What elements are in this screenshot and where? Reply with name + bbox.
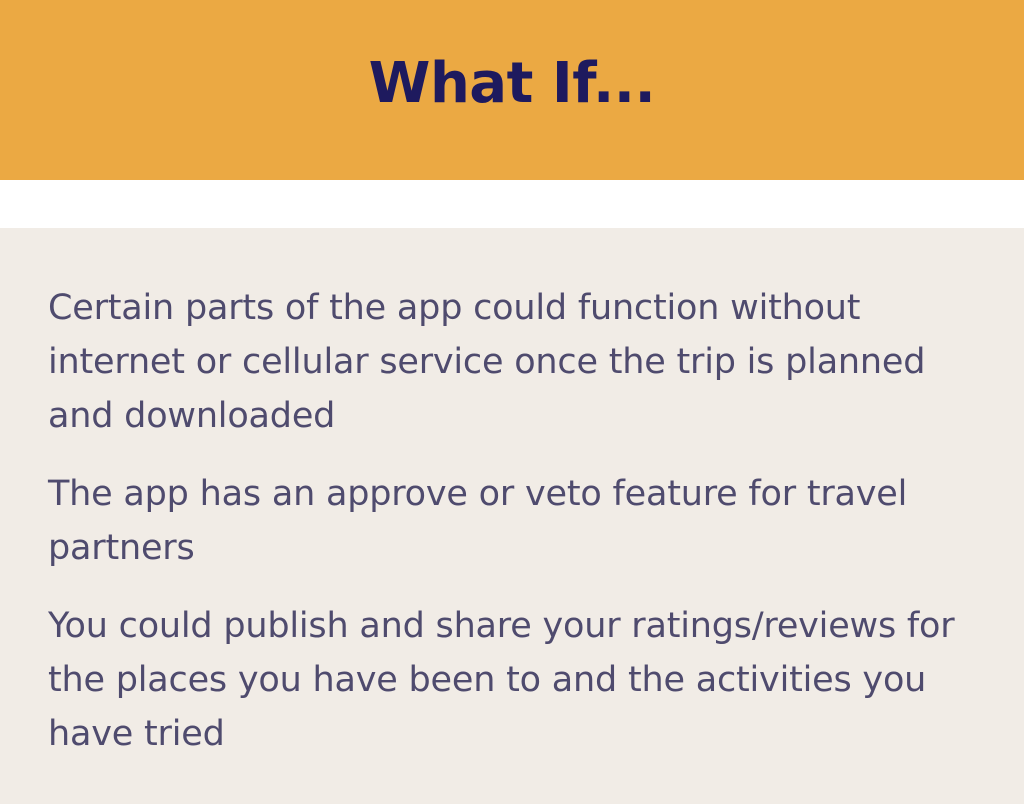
slide: What If... Certain parts of the app coul… xyxy=(0,0,1024,804)
idea-offline-mode: Certain parts of the app could function … xyxy=(48,288,926,436)
idea-approve-veto: The app has an approve or veto feature f… xyxy=(48,474,908,568)
content-panel: Certain parts of the app could function … xyxy=(0,228,1024,804)
idea-share-reviews: You could publish and share your ratings… xyxy=(48,606,955,754)
idea-list: Certain parts of the app could function … xyxy=(48,281,988,785)
page-title: What If... xyxy=(368,51,656,116)
title-banner: What If... xyxy=(0,0,1024,180)
